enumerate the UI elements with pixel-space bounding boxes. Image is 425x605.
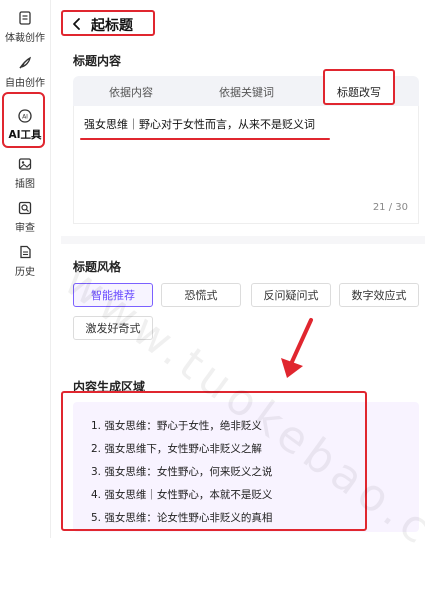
feather-icon xyxy=(19,56,31,69)
tab-by-keyword[interactable]: 依据关键词 xyxy=(219,84,274,100)
style-option-number[interactable]: 数字效应式 xyxy=(339,283,419,307)
style-option-curiosity[interactable]: 激发好奇式 xyxy=(73,316,153,340)
result-item[interactable]: 1. 强女思维：野心于女性，绝非贬义 xyxy=(91,418,262,433)
header-back-button[interactable]: 起标题 xyxy=(61,10,155,36)
sidebar-item-label: 历史 xyxy=(15,267,35,278)
annotation-underline xyxy=(80,138,330,140)
sidebar-item-illustration[interactable]: 插图 xyxy=(0,156,50,190)
sidebar-item-genre-writing[interactable]: 体裁创作 xyxy=(0,10,50,44)
style-option-smart[interactable]: 智能推荐 xyxy=(73,283,153,307)
sidebar-item-label: 自由创作 xyxy=(5,78,45,89)
style-option-rhetorical[interactable]: 反问疑问式 xyxy=(251,283,331,307)
svg-text:AI: AI xyxy=(22,114,28,121)
sidebar-item-label: 插图 xyxy=(15,179,35,190)
ai-icon: AI xyxy=(18,109,32,123)
sidebar-item-history[interactable]: 历史 xyxy=(0,244,50,278)
result-item[interactable]: 2. 强女思维下，女性野心非贬义之解 xyxy=(91,441,262,456)
annotation-arrow-icon xyxy=(281,318,313,378)
content-section-title: 标题内容 xyxy=(73,54,122,68)
sidebar: 体裁创作 自由创作 AI AI工具 插图 审查 历史 xyxy=(0,0,51,538)
style-option-panic[interactable]: 恐慌式 xyxy=(161,283,241,307)
image-icon xyxy=(18,158,32,170)
sidebar-item-label: 体裁创作 xyxy=(5,33,45,44)
review-icon xyxy=(18,201,32,215)
chevron-left-icon xyxy=(73,18,80,30)
page-title: 起标题 xyxy=(91,18,133,34)
result-item[interactable]: 3. 强女思维：女性野心，何来贬义之说 xyxy=(91,464,272,479)
tab-label: 标题改写 xyxy=(337,86,381,99)
section-divider xyxy=(61,236,425,244)
char-count: 21 / 30 xyxy=(372,202,408,213)
sidebar-item-label: AI工具 xyxy=(8,129,42,141)
history-icon xyxy=(20,245,31,259)
tab-title-rewrite[interactable]: 标题改写 xyxy=(323,69,395,105)
style-section-title: 标题风格 xyxy=(73,260,122,274)
document-icon xyxy=(19,11,31,25)
title-input-area[interactable]: 强女思维｜野心对于女性而言，从来不是贬义词 21 / 30 xyxy=(73,106,419,224)
main-panel: 起标题 标题内容 依据内容 依据关键词 标题改写 强女思维｜野心对于女性而言，从… xyxy=(51,0,425,538)
result-item[interactable]: 5. 强女思维：论女性野心非贬义的真相 xyxy=(91,510,272,525)
sidebar-item-review[interactable]: 审查 xyxy=(0,200,50,234)
title-input-text[interactable]: 强女思维｜野心对于女性而言，从来不是贬义词 xyxy=(84,116,315,132)
result-item[interactable]: 4. 强女思维｜女性野心，本就不是贬义 xyxy=(91,487,272,502)
sidebar-item-label: 审查 xyxy=(15,223,35,234)
tab-by-content[interactable]: 依据内容 xyxy=(109,84,153,100)
sidebar-item-free-writing[interactable]: 自由创作 xyxy=(0,55,50,89)
sidebar-item-ai-tools[interactable]: AI AI工具 xyxy=(0,108,50,142)
